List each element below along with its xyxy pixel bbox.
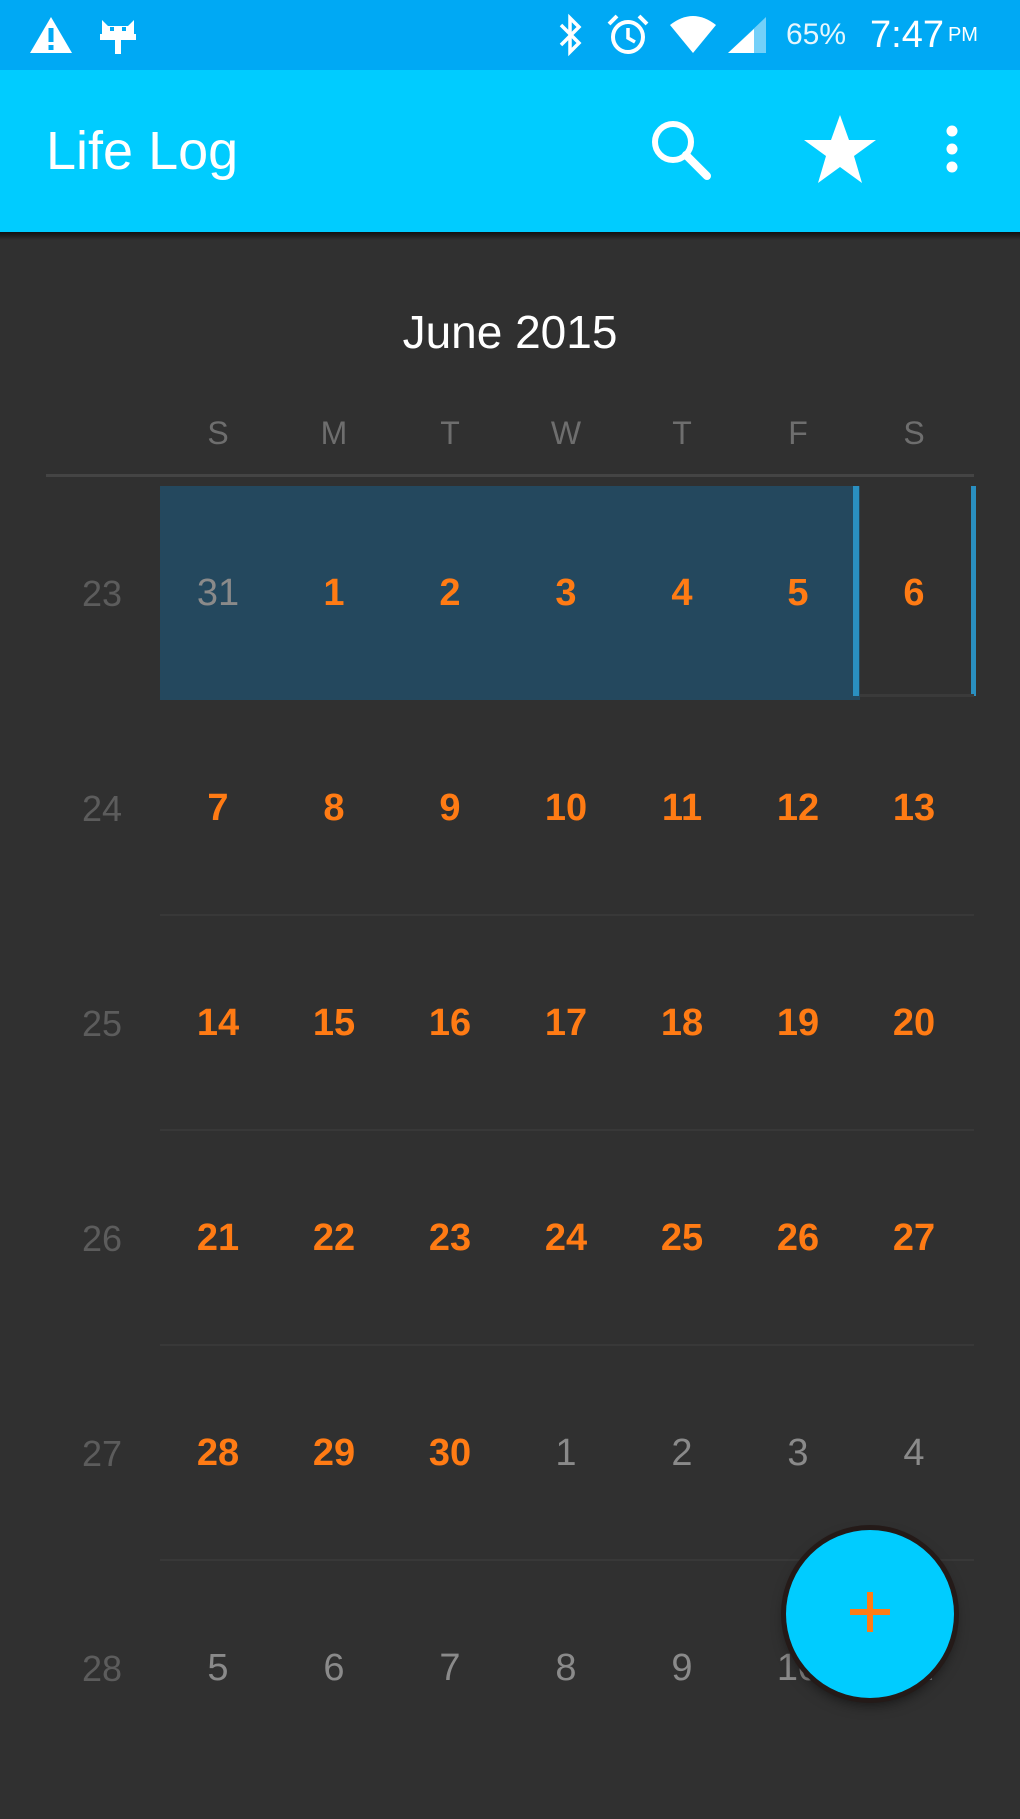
search-icon xyxy=(645,114,715,189)
week-number[interactable]: 26 xyxy=(46,1131,158,1346)
day-cell[interactable]: 8 xyxy=(508,1561,624,1776)
alarm-icon xyxy=(605,0,651,70)
day-cell[interactable]: 18 xyxy=(624,916,740,1131)
battery-percent: 65% xyxy=(786,18,847,51)
day-cell[interactable]: 13 xyxy=(856,701,972,916)
day-cell[interactable]: 4 xyxy=(624,486,740,701)
day-cell[interactable]: 6 xyxy=(276,1561,392,1776)
day-cell[interactable]: 12 xyxy=(740,701,856,916)
day-cell[interactable]: 26 xyxy=(740,1131,856,1346)
week-row: 26 21 22 23 24 25 26 27 xyxy=(0,1131,1020,1346)
day-cell[interactable]: 30 xyxy=(392,1346,508,1561)
favorites-button[interactable] xyxy=(795,70,885,232)
week-number[interactable]: 27 xyxy=(46,1346,158,1561)
day-cell[interactable]: 14 xyxy=(160,916,276,1131)
day-cell[interactable]: 15 xyxy=(276,916,392,1131)
week-number[interactable]: 25 xyxy=(46,916,158,1131)
day-cell[interactable]: 3 xyxy=(508,486,624,701)
day-cell[interactable]: 27 xyxy=(856,1131,972,1346)
day-cell[interactable]: 5 xyxy=(160,1561,276,1776)
day-cell[interactable]: 20 xyxy=(856,916,972,1131)
week-row: 23 31 1 2 3 4 5 6 xyxy=(0,486,1020,701)
app-title: Life Log xyxy=(46,121,239,181)
day-cell[interactable]: 24 xyxy=(508,1131,624,1346)
day-cell[interactable]: 25 xyxy=(624,1131,740,1346)
clock-time: 7:47 xyxy=(870,13,944,56)
weekday-label: S xyxy=(207,415,229,451)
week-number[interactable]: 23 xyxy=(46,486,158,701)
day-cell[interactable]: 28 xyxy=(160,1346,276,1561)
bluetooth-icon xyxy=(557,0,585,70)
signal-icon xyxy=(726,0,768,70)
day-cell[interactable]: 1 xyxy=(276,486,392,701)
day-cell[interactable]: 9 xyxy=(624,1561,740,1776)
plus-icon xyxy=(846,1588,894,1641)
status-bar: 65% 7:47 PM xyxy=(0,0,1020,70)
week-number[interactable]: 24 xyxy=(46,701,158,916)
weekday-label: T xyxy=(672,415,692,451)
day-cell[interactable]: 7 xyxy=(392,1561,508,1776)
day-cell[interactable]: 2 xyxy=(624,1346,740,1561)
day-cell[interactable]: 4 xyxy=(856,1346,972,1561)
search-button[interactable] xyxy=(640,70,720,232)
weekday-label: S xyxy=(903,415,925,451)
star-icon xyxy=(802,113,878,190)
weekday-label: T xyxy=(440,415,460,451)
day-cell[interactable]: 10 xyxy=(508,701,624,916)
day-cell[interactable]: 11 xyxy=(624,701,740,916)
app-bar-shadow xyxy=(0,232,1020,240)
overflow-menu-button[interactable] xyxy=(930,70,974,232)
header-divider xyxy=(46,474,974,477)
day-cell[interactable]: 3 xyxy=(740,1346,856,1561)
day-cell[interactable]: 9 xyxy=(392,701,508,916)
clock: 7:47 PM xyxy=(870,0,978,70)
day-cell[interactable]: 1 xyxy=(508,1346,624,1561)
day-cell[interactable]: 8 xyxy=(276,701,392,916)
week-number[interactable]: 28 xyxy=(46,1561,158,1776)
month-title[interactable]: June 2015 xyxy=(0,305,1020,359)
weekday-header: S M T W T F S xyxy=(0,408,1020,458)
clock-ampm: PM xyxy=(947,23,978,46)
day-cell[interactable]: 7 xyxy=(160,701,276,916)
android-debug-icon xyxy=(96,0,140,70)
day-cell[interactable]: 16 xyxy=(392,916,508,1131)
day-cell[interactable]: 19 xyxy=(740,916,856,1131)
weekday-label: M xyxy=(320,415,348,451)
day-cell[interactable]: 2 xyxy=(392,486,508,701)
app-bar: Life Log xyxy=(0,70,1020,232)
week-row: 25 14 15 16 17 18 19 20 xyxy=(0,916,1020,1131)
day-cell[interactable]: 29 xyxy=(276,1346,392,1561)
weekday-label: W xyxy=(550,415,582,451)
week-row: 27 28 29 30 1 2 3 4 xyxy=(0,1346,1020,1561)
day-cell[interactable]: 17 xyxy=(508,916,624,1131)
day-cell[interactable]: 5 xyxy=(740,486,856,701)
day-cell[interactable]: 21 xyxy=(160,1131,276,1346)
weekday-label: F xyxy=(788,415,808,451)
day-cell[interactable]: 31 xyxy=(160,486,276,701)
day-cell[interactable]: 6 xyxy=(856,486,972,701)
day-cell[interactable]: 23 xyxy=(392,1131,508,1346)
add-entry-button[interactable] xyxy=(786,1530,954,1698)
warning-icon xyxy=(28,0,74,70)
overflow-menu-icon xyxy=(944,124,960,179)
week-row: 24 7 8 9 10 11 12 13 xyxy=(0,701,1020,916)
day-cell[interactable]: 22 xyxy=(276,1131,392,1346)
wifi-icon xyxy=(668,0,718,70)
